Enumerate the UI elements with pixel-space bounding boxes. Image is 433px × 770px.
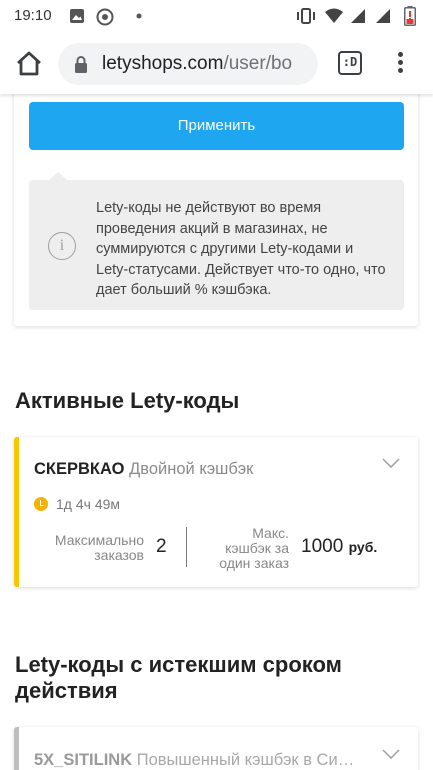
max-cashback-value: 1000 руб. bbox=[301, 536, 378, 557]
url-text: letyshops.com/user/bo bbox=[102, 53, 293, 74]
code-timer: 1д 4ч 49м bbox=[34, 496, 120, 512]
vibrate-icon bbox=[297, 8, 315, 24]
status-time: 19:10 bbox=[14, 7, 52, 24]
active-codes-title: Активные Lety-коды bbox=[15, 388, 240, 413]
expired-codes-title: Lety-коды с истекшим сроком действия bbox=[15, 652, 342, 703]
chrome-notification-icon bbox=[96, 8, 114, 26]
gallery-notification-icon bbox=[70, 9, 84, 23]
address-bar[interactable]: letyshops.com/user/bo bbox=[58, 43, 318, 85]
info-notice: i Lety-коды не действуют во время провед… bbox=[29, 172, 404, 310]
expired-code-card[interactable]: 5X_SITILINK Повышенный кэшбэк в Си… bbox=[14, 727, 418, 770]
expired-code-name: 5X_SITILINK bbox=[34, 751, 133, 769]
lock-icon bbox=[75, 56, 87, 73]
active-code-card[interactable]: СКЕРВКАО Двойной кэшбэк 1д 4ч 49м Максим… bbox=[14, 437, 418, 587]
clock-icon bbox=[34, 497, 48, 511]
expired-status-stripe bbox=[14, 727, 19, 770]
max-orders-label: Максимально заказов bbox=[54, 532, 144, 563]
chevron-down-icon[interactable] bbox=[382, 458, 400, 468]
expired-code-title: 5X_SITILINK Повышенный кэшбэк в Си… bbox=[34, 751, 354, 770]
signal-icon bbox=[351, 9, 365, 23]
timer-value: 1д 4ч 49м bbox=[56, 496, 121, 512]
signal-2-icon bbox=[376, 9, 390, 23]
max-orders-value: 2 bbox=[156, 536, 167, 557]
code-title: СКЕРВКАО Двойной кэшбэк bbox=[34, 460, 253, 479]
code-type: Двойной кэшбэк bbox=[129, 460, 254, 478]
max-cashback-label: Макс. кэшбэк за один заказ bbox=[219, 525, 289, 571]
browser-toolbar: letyshops.com/user/bo :D bbox=[0, 32, 433, 94]
info-icon: i bbox=[48, 232, 76, 260]
active-status-stripe bbox=[14, 437, 19, 587]
home-icon[interactable] bbox=[14, 48, 44, 78]
overflow-menu-icon[interactable] bbox=[390, 49, 410, 79]
chevron-down-icon[interactable] bbox=[382, 749, 400, 759]
battery-low-icon bbox=[404, 6, 416, 26]
tabs-button[interactable]: :D bbox=[338, 51, 362, 75]
stats-divider bbox=[186, 527, 187, 567]
apply-button[interactable]: Применить bbox=[29, 102, 404, 150]
wifi-icon bbox=[325, 8, 343, 23]
expired-code-type: Повышенный кэшбэк в Си… bbox=[136, 751, 355, 769]
info-text: Lety-коды не действуют во время проведен… bbox=[96, 200, 386, 298]
more-notifications-dot-icon bbox=[136, 13, 142, 19]
code-name: СКЕРВКАО bbox=[34, 460, 125, 478]
status-bar: 19:10 bbox=[0, 0, 433, 32]
currency-label: руб. bbox=[348, 539, 378, 555]
